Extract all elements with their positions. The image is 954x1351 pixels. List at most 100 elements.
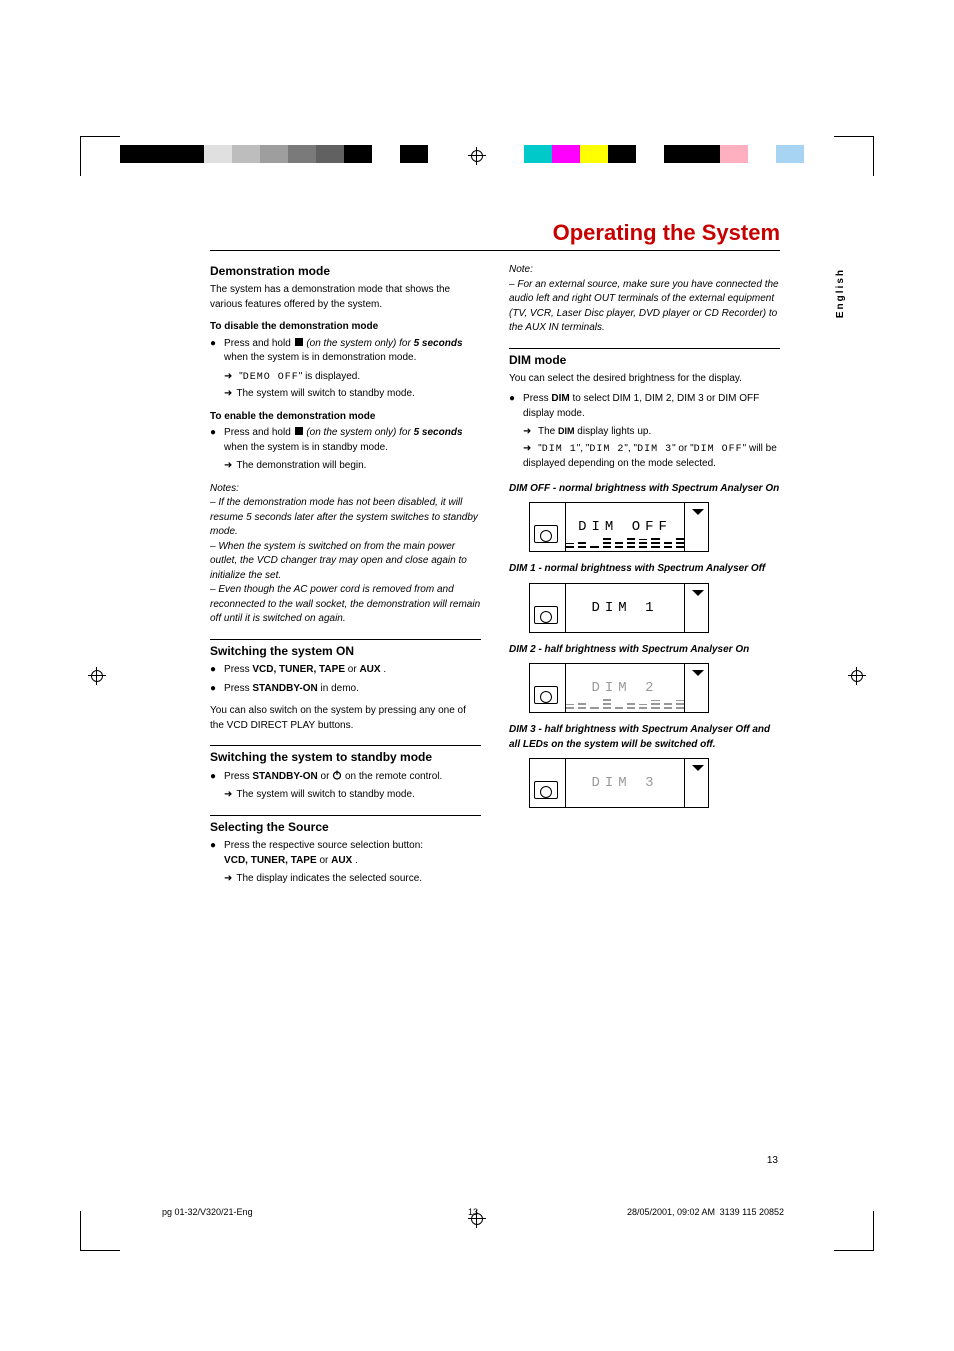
disable-heading: To disable the demonstration mode <box>210 320 481 335</box>
seg-dimoff: DIM OFF <box>694 444 743 455</box>
switch-standby-heading: Switching the system to standby mode <box>210 745 481 766</box>
spectrum-analyser <box>566 695 684 709</box>
note-2: – When the system is switched on from th… <box>210 540 481 584</box>
dim-off-label: DIM OFF - normal brightness with Spectru… <box>509 482 780 497</box>
stop-icon <box>294 426 304 436</box>
registration-crosshair <box>848 667 866 685</box>
selor: or <box>319 855 331 866</box>
switch-on-line1: ● Press VCD, TUNER, TAPE or AUX . <box>210 663 481 678</box>
switch-on-heading: Switching the system ON <box>210 639 481 660</box>
seg-dim1: DIM 1 <box>542 444 577 455</box>
triangle-icon <box>692 509 704 515</box>
l1items: VCD, TUNER, TAPE <box>252 664 345 675</box>
selline: Press the respective source selection bu… <box>224 840 423 851</box>
l1pre: Press <box>224 664 252 675</box>
enable-heading: To enable the demonstration mode <box>210 410 481 425</box>
disable-seconds: 5 seconds <box>414 338 463 349</box>
crop-mark-br <box>834 1211 874 1251</box>
sbend: on the remote control. <box>345 771 442 782</box>
enable-after: (on the system only) for <box>306 427 413 438</box>
q2: " is displayed. <box>299 371 360 382</box>
demo-mode-intro: The system has a demonstration mode that… <box>210 283 481 312</box>
demo-mode-heading: Demonstration mode <box>210 263 481 280</box>
l1last: AUX <box>359 664 380 675</box>
registration-crosshair <box>88 667 106 685</box>
dim-result2: "DIM 1", "DIM 2", "DIM 3" or "DIM OFF" w… <box>523 442 780 472</box>
selecting-result: The display indicates the selected sourc… <box>224 872 481 887</box>
left-column: Demonstration mode The system has a demo… <box>210 263 481 889</box>
bullet-icon: ● <box>210 772 216 785</box>
footer: pg 01-32/V320/21-Eng 13 28/05/2001, 09:0… <box>162 1207 784 1217</box>
disable-instruction: ● Press and hold (on the system only) fo… <box>210 337 481 366</box>
dp2: DIM <box>551 393 569 404</box>
bullet-icon: ● <box>210 339 216 366</box>
switch-on-para: You can also switch on the system by pre… <box>210 704 481 733</box>
bullet-icon: ● <box>210 841 216 868</box>
note-body: – For an external source, make sure you … <box>509 278 780 336</box>
sellast: AUX <box>331 855 352 866</box>
disable-after: (on the system only) for <box>306 338 413 349</box>
stop-icon <box>294 337 304 347</box>
note-1: – If the demonstration mode has not been… <box>210 496 481 540</box>
seg-demo-off: DEMO OFF <box>243 372 299 383</box>
selend: . <box>355 855 358 866</box>
dr1c: display lights up. <box>575 426 652 437</box>
bullet-icon: ● <box>210 684 216 697</box>
dim2-label: DIM 2 - half brightness with Spectrum An… <box>509 643 780 658</box>
display-dim3: DIM 3 <box>529 758 709 808</box>
dim-press: ● Press DIM to select DIM 1, DIM 2, DIM … <box>509 392 780 421</box>
m2: ", " <box>624 443 637 454</box>
switch-standby-result: The system will switch to standby mode. <box>224 788 481 803</box>
footer-center: 13 <box>369 1207 576 1217</box>
sbor: or <box>321 771 333 782</box>
l2pre: Press <box>224 683 252 694</box>
footer-left: pg 01-32/V320/21-Eng <box>162 1207 369 1217</box>
footer-date: 28/05/2001, 09:02 AM <box>627 1207 715 1217</box>
disable-result1: "DEMO OFF" is displayed. <box>224 370 481 386</box>
right-column: Note: – For an external source, make sur… <box>509 263 780 889</box>
enable-tail: when the system is in standby mode. <box>224 442 388 453</box>
display-dim1: DIM 1 <box>529 583 709 633</box>
disc-icon <box>534 606 558 624</box>
bullet-icon: ● <box>509 394 515 421</box>
display-text: DIM 1 <box>566 598 684 618</box>
footer-code: 3139 115 20852 <box>720 1207 784 1217</box>
m1: ", " <box>577 443 590 454</box>
dr1a: The <box>538 426 558 437</box>
notes-label: Notes: <box>210 482 481 497</box>
dim-heading: DIM mode <box>509 348 780 369</box>
seg-dim3: DIM 3 <box>637 444 672 455</box>
l2btn: STANDBY-ON <box>252 683 317 694</box>
sbpre: Press <box>224 771 252 782</box>
footer-right: 28/05/2001, 09:02 AM 3139 115 20852 <box>577 1207 784 1217</box>
display-text: DIM 3 <box>566 773 684 793</box>
registration-bars <box>0 145 954 185</box>
m3: " or " <box>672 443 694 454</box>
disable-tail: when the system is in demonstration mode… <box>224 352 416 363</box>
display-dim2: DIM 2 <box>529 663 709 713</box>
note-label: Note: <box>509 263 780 278</box>
enable-press-text: Press and hold <box>224 427 294 438</box>
enable-seconds: 5 seconds <box>414 427 463 438</box>
notes-block: Notes: – If the demonstration mode has n… <box>210 482 481 627</box>
disable-result2: The system will switch to standby mode. <box>224 387 481 402</box>
selecting-line: ● Press the respective source selection … <box>210 839 481 868</box>
seg-dim2: DIM 2 <box>589 444 624 455</box>
sbbtn: STANDBY-ON <box>252 771 317 782</box>
right-note: Note: – For an external source, make sur… <box>509 263 780 336</box>
bullet-icon: ● <box>210 428 216 455</box>
triangle-icon <box>692 765 704 771</box>
note-3: – Even though the AC power cord is remov… <box>210 583 481 627</box>
display-dim-off: DIM OFF <box>529 502 709 552</box>
l1end: . <box>383 664 386 675</box>
language-tab: English <box>835 268 846 318</box>
triangle-icon <box>692 670 704 676</box>
triangle-icon <box>692 590 704 596</box>
l1or: or <box>348 664 360 675</box>
crop-mark-bl <box>80 1211 120 1251</box>
dim-intro: You can select the desired brightness fo… <box>509 372 780 387</box>
disc-icon <box>534 686 558 704</box>
dim-result1: The DIM display lights up. <box>523 425 780 440</box>
page-title: Operating the System <box>210 220 780 251</box>
page-number: 13 <box>767 1155 778 1166</box>
